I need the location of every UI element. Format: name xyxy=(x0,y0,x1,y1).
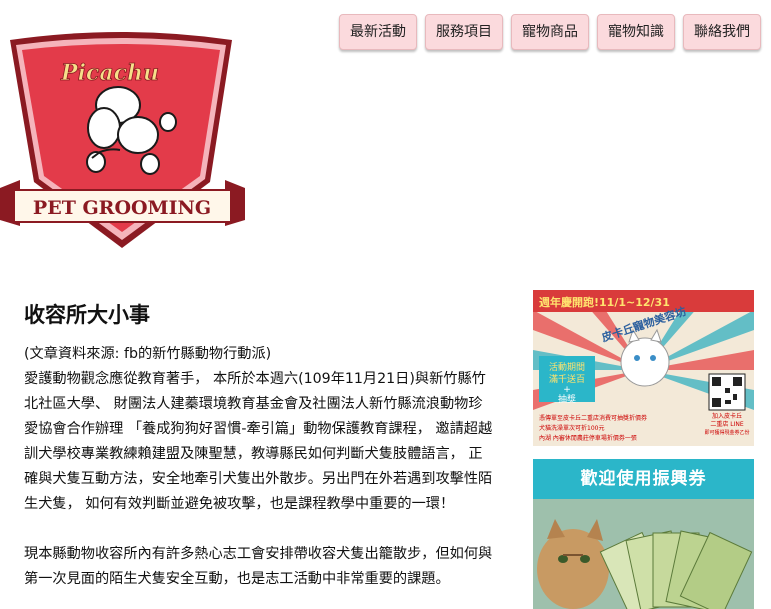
promo-fineprint-1: 憑傳單至皮卡丘二重店消費可抽獎折價券 xyxy=(539,414,647,422)
stimulus-voucher-banner[interactable]: 歡迎使用振興券 xyxy=(533,459,754,609)
nav-contact-us[interactable]: 聯絡我們 xyxy=(683,14,761,50)
main-nav: 最新活動 服務項目 寵物商品 寵物知識 聯絡我們 xyxy=(339,14,761,50)
promo-line-d: 抽獎 xyxy=(558,393,576,405)
promo-line-b: 滿千送百 xyxy=(549,373,585,385)
promo-fineprint-2: 犬貓洗澡單次可折100元 xyxy=(539,424,604,432)
article: 收容所大小事 (文章資料來源: fb的新竹縣動物行動派) 愛護動物觀念應從教育著… xyxy=(24,300,496,592)
promo-line-c: + xyxy=(563,385,571,395)
article-title: 收容所大小事 xyxy=(24,303,150,327)
article-paragraph-1: 愛護動物觀念應從教育著手， 本所於本週六(109年11月21日)與新竹縣竹北社區… xyxy=(24,371,493,512)
qr-caption-2: 二重店 LINE xyxy=(710,420,744,428)
nav-pet-products[interactable]: 寵物商品 xyxy=(511,14,589,50)
nav-services[interactable]: 服務項目 xyxy=(425,14,503,50)
nav-latest-events[interactable]: 最新活動 xyxy=(339,14,417,50)
logo-script-text: Picachu xyxy=(60,60,159,86)
voucher-headline: 歡迎使用振興券 xyxy=(533,459,754,499)
qr-caption-1: 加入皮卡丘 xyxy=(712,412,742,420)
qr-caption-3: 即可獲得現金券乙份 xyxy=(704,429,749,436)
anniversary-promo-banner[interactable]: 週年慶開跑!11/1~12/31 皮卡丘寵物美容坊 活動期間 滿千送百 + 抽獎… xyxy=(533,290,754,446)
site-logo[interactable]: Picachu PET GROOMING xyxy=(0,30,245,252)
voucher-image xyxy=(533,499,754,609)
article-paragraph-2: 現本縣動物收容所內有許多熱心志工會安排帶收容犬隻出籠散步，但如何與第一次見面的陌… xyxy=(24,546,493,587)
article-source: (文章資料來源: fb的新竹縣動物行動派) xyxy=(24,346,272,362)
promo-line-a: 活動期間 xyxy=(549,361,585,373)
promo-graphic: 週年慶開跑!11/1~12/31 皮卡丘寵物美容坊 活動期間 滿千送百 + 抽獎… xyxy=(533,290,754,446)
promo-headline: 週年慶開跑!11/1~12/31 xyxy=(539,295,670,309)
nav-pet-knowledge[interactable]: 寵物知識 xyxy=(597,14,675,50)
logo-banner-text: PET GROOMING xyxy=(33,197,211,219)
cat-with-vouchers-photo xyxy=(533,499,754,609)
promo-fineprint-3: 內湖 內審休閒農莊停車場折價券一張 xyxy=(539,434,637,442)
logo-graphic: Picachu PET GROOMING xyxy=(0,32,245,248)
